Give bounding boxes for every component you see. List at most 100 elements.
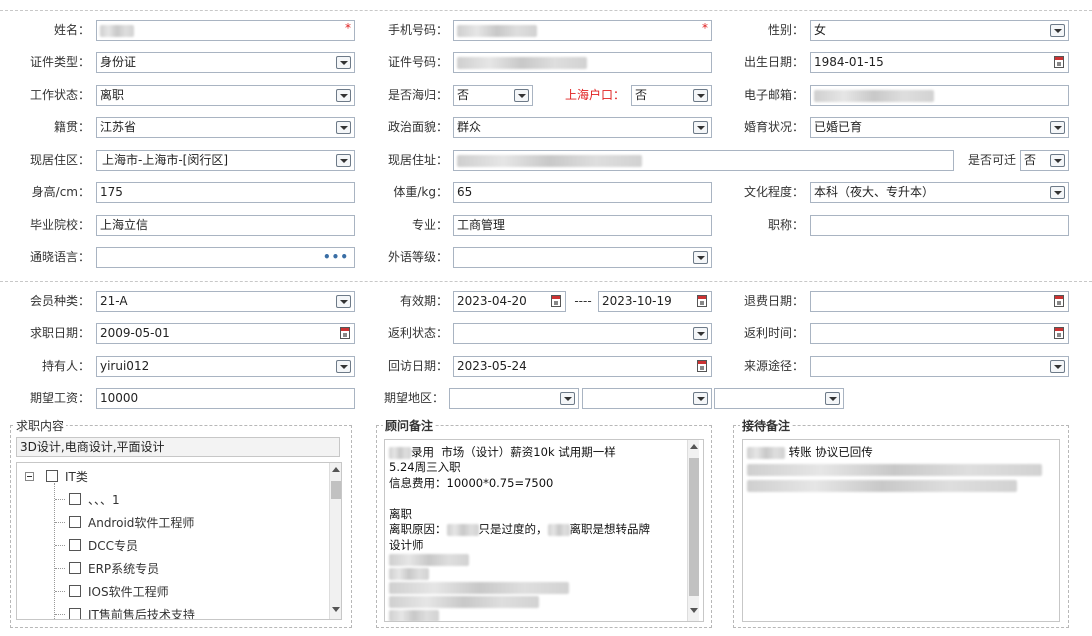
collapse-icon[interactable] [25,472,34,481]
chevron-down-icon[interactable] [693,89,708,102]
school-field[interactable]: 上海立信 [96,215,355,236]
shanghai-hukou-select[interactable]: 否 [631,85,712,106]
chevron-down-icon[interactable] [825,392,840,405]
job-date-field[interactable]: 2009-05-01 [96,323,355,344]
rebate-status-select[interactable] [453,323,712,344]
reception-note-textarea[interactable]: 转账 协议已回传 [742,439,1060,622]
residence-addr-field[interactable] [453,150,954,171]
name-field[interactable]: * [96,20,355,41]
holder-select[interactable]: yirui012 [96,356,355,377]
scrollbar[interactable] [687,440,699,621]
checkbox[interactable] [69,562,81,574]
education-select[interactable]: 本科（夜大、专升本） [810,182,1069,203]
refund-date-field[interactable] [810,291,1069,312]
holder-value: yirui012 [100,359,150,373]
calendar-icon[interactable] [1054,56,1064,68]
work-status-value: 离职 [100,88,125,102]
visit-date-label: 回访日期： [387,359,448,373]
email-field[interactable] [810,85,1069,106]
gender-select[interactable]: 女 [810,20,1069,41]
chevron-down-icon[interactable] [1050,360,1065,373]
checkbox[interactable] [46,470,58,482]
name-label: 姓名： [53,23,90,37]
marital-value: 已婚已育 [814,120,863,134]
chevron-down-icon[interactable] [514,89,529,102]
scroll-up-icon[interactable] [332,467,340,472]
chevron-down-icon[interactable] [693,121,708,134]
scroll-thumb[interactable] [331,481,341,499]
scroll-down-icon[interactable] [332,607,340,612]
work-status-select[interactable]: 离职 [96,85,355,106]
valid-to-field[interactable]: 2023-10-19 [598,291,712,312]
calendar-icon[interactable] [1054,295,1064,307]
chevron-down-icon[interactable] [693,327,708,340]
chevron-down-icon[interactable] [336,121,351,134]
id-type-select[interactable]: 身份证 [96,52,355,73]
birth-value: 1984-01-15 [814,55,884,69]
chevron-down-icon[interactable] [336,295,351,308]
height-field[interactable]: 175 [96,182,355,203]
chevron-down-icon[interactable] [560,392,575,405]
valid-to-value: 2023-10-19 [602,294,672,308]
chevron-down-icon[interactable] [1050,186,1065,199]
residence-area-select[interactable]: 上海市-上海市-[闵行区] [96,150,355,171]
tree-connector [55,614,65,615]
language-field[interactable]: ••• [96,247,355,268]
scroll-down-icon[interactable] [690,608,698,613]
tree-connector [55,591,65,592]
scroll-thumb[interactable] [689,458,699,596]
chevron-down-icon[interactable] [336,89,351,102]
title-field[interactable] [810,215,1069,236]
region-city-select[interactable] [582,388,712,409]
major-field[interactable]: 工商管理 [453,215,712,236]
visit-date-field[interactable]: 2023-05-24 [453,356,712,377]
chevron-down-icon[interactable] [693,392,708,405]
date-range-separator: ---- [574,294,592,308]
residence-addr-label: 现居住址： [387,153,448,167]
region-district-select[interactable] [714,388,844,409]
political-select[interactable]: 群众 [453,117,712,138]
checkbox[interactable] [69,493,81,505]
shanghai-hukou-label: 上海户口： [564,88,625,102]
source-select[interactable] [810,356,1069,377]
chevron-down-icon[interactable] [336,56,351,69]
calendar-icon[interactable] [340,327,350,339]
calendar-icon[interactable] [551,295,561,307]
checkbox[interactable] [69,585,81,597]
more-icon[interactable]: ••• [323,248,349,266]
member-type-select[interactable]: 21-A [96,291,355,312]
region-province-select[interactable] [449,388,579,409]
returnee-select[interactable]: 否 [453,85,533,106]
foreign-level-select[interactable] [453,247,712,268]
calendar-icon[interactable] [697,360,707,372]
checkbox[interactable] [69,516,81,528]
marital-select[interactable]: 已婚已育 [810,117,1069,138]
redacted-value [457,56,587,69]
weight-field[interactable]: 65 [453,182,712,203]
email-label: 电子邮箱： [743,88,804,102]
calendar-icon[interactable] [1054,327,1064,339]
native-select[interactable]: 江苏省 [96,117,355,138]
rebate-time-field[interactable] [810,323,1069,344]
checkbox[interactable] [69,608,81,619]
consultant-note-textarea[interactable]: 录用 市场（设计）薪资10k 试用期一样 5.24周三入职 信息费用：10000… [384,439,704,622]
job-tree[interactable]: IT类 、、、1 Android软件工程师 DCC专员 ERP系统专员 IOS软… [16,462,342,620]
chevron-down-icon[interactable] [336,154,351,167]
chevron-down-icon[interactable] [336,360,351,373]
scrollbar[interactable] [329,463,341,619]
relocate-select[interactable]: 否 [1020,150,1069,171]
phone-field[interactable]: * [453,20,712,41]
valid-from-field[interactable]: 2023-04-20 [453,291,566,312]
chevron-down-icon[interactable] [1050,121,1065,134]
chevron-down-icon[interactable] [693,251,708,264]
birth-date-field[interactable]: 1984-01-15 [810,52,1069,73]
scroll-up-icon[interactable] [690,444,698,449]
id-number-field[interactable] [453,52,712,73]
salary-field[interactable]: 10000 [96,388,355,409]
checkbox[interactable] [69,539,81,551]
chevron-down-icon[interactable] [1050,154,1065,167]
chevron-down-icon[interactable] [1050,24,1065,37]
redacted-value [389,446,411,459]
calendar-icon[interactable] [697,295,707,307]
selected-jobs-field[interactable]: 3D设计,电商设计,平面设计 [16,437,340,457]
